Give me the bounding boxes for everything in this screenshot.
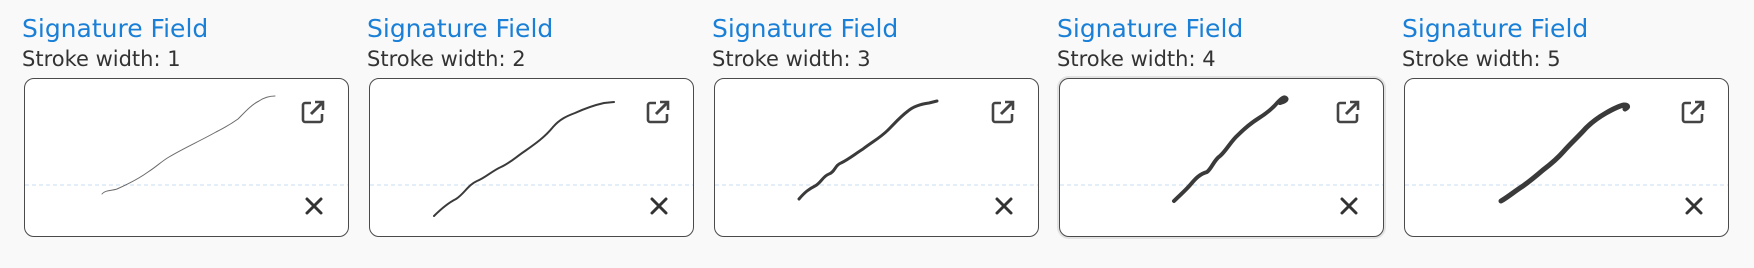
signature-field-3: Signature Field Stroke width: 3 [712, 14, 1041, 237]
expand-icon [646, 100, 670, 124]
signature-field-1: Signature Field Stroke width: 1 [22, 14, 351, 237]
signature-field-2: Signature Field Stroke width: 2 [367, 14, 696, 237]
field-subtitle: Stroke width: 2 [367, 47, 526, 71]
close-icon [650, 197, 668, 215]
field-subtitle: Stroke width: 4 [1057, 47, 1216, 71]
field-title[interactable]: Signature Field [712, 14, 1041, 44]
field-title[interactable]: Signature Field [22, 14, 351, 44]
clear-button[interactable] [1684, 196, 1704, 216]
clear-button[interactable] [649, 196, 669, 216]
expand-icon [1681, 100, 1705, 124]
field-title[interactable]: Signature Field [367, 14, 696, 44]
signature-stroke [797, 99, 939, 201]
field-subtitle: Stroke width: 3 [712, 47, 871, 71]
expand-button[interactable] [989, 98, 1017, 126]
signature-pad[interactable] [1059, 78, 1384, 237]
signature-stroke [433, 101, 615, 217]
expand-icon [991, 100, 1015, 124]
expand-button[interactable] [1334, 98, 1362, 126]
clear-button[interactable] [994, 196, 1014, 216]
field-subtitle: Stroke width: 1 [22, 47, 181, 71]
signature-pad[interactable] [24, 78, 349, 237]
expand-button[interactable] [1679, 98, 1707, 126]
close-icon [305, 197, 323, 215]
signature-field-row: Signature Field Stroke width: 1 Signatur… [0, 0, 1754, 268]
expand-button[interactable] [299, 98, 327, 126]
clear-button[interactable] [1339, 196, 1359, 216]
field-title[interactable]: Signature Field [1057, 14, 1386, 44]
signature-field-5: Signature Field Stroke width: 5 [1402, 14, 1731, 237]
signature-pad[interactable] [1404, 78, 1729, 237]
close-icon [995, 197, 1013, 215]
expand-icon [1336, 100, 1360, 124]
signature-field-4: Signature Field Stroke width: 4 [1057, 14, 1386, 237]
signature-pad[interactable] [714, 78, 1039, 237]
close-icon [1685, 197, 1703, 215]
expand-icon [301, 100, 325, 124]
field-subtitle: Stroke width: 5 [1402, 47, 1561, 71]
field-title[interactable]: Signature Field [1402, 14, 1731, 44]
signature-stroke [1498, 102, 1630, 204]
close-icon [1340, 197, 1358, 215]
signature-stroke [101, 95, 276, 195]
signature-pad[interactable] [369, 78, 694, 237]
expand-button[interactable] [644, 98, 672, 126]
clear-button[interactable] [304, 196, 324, 216]
